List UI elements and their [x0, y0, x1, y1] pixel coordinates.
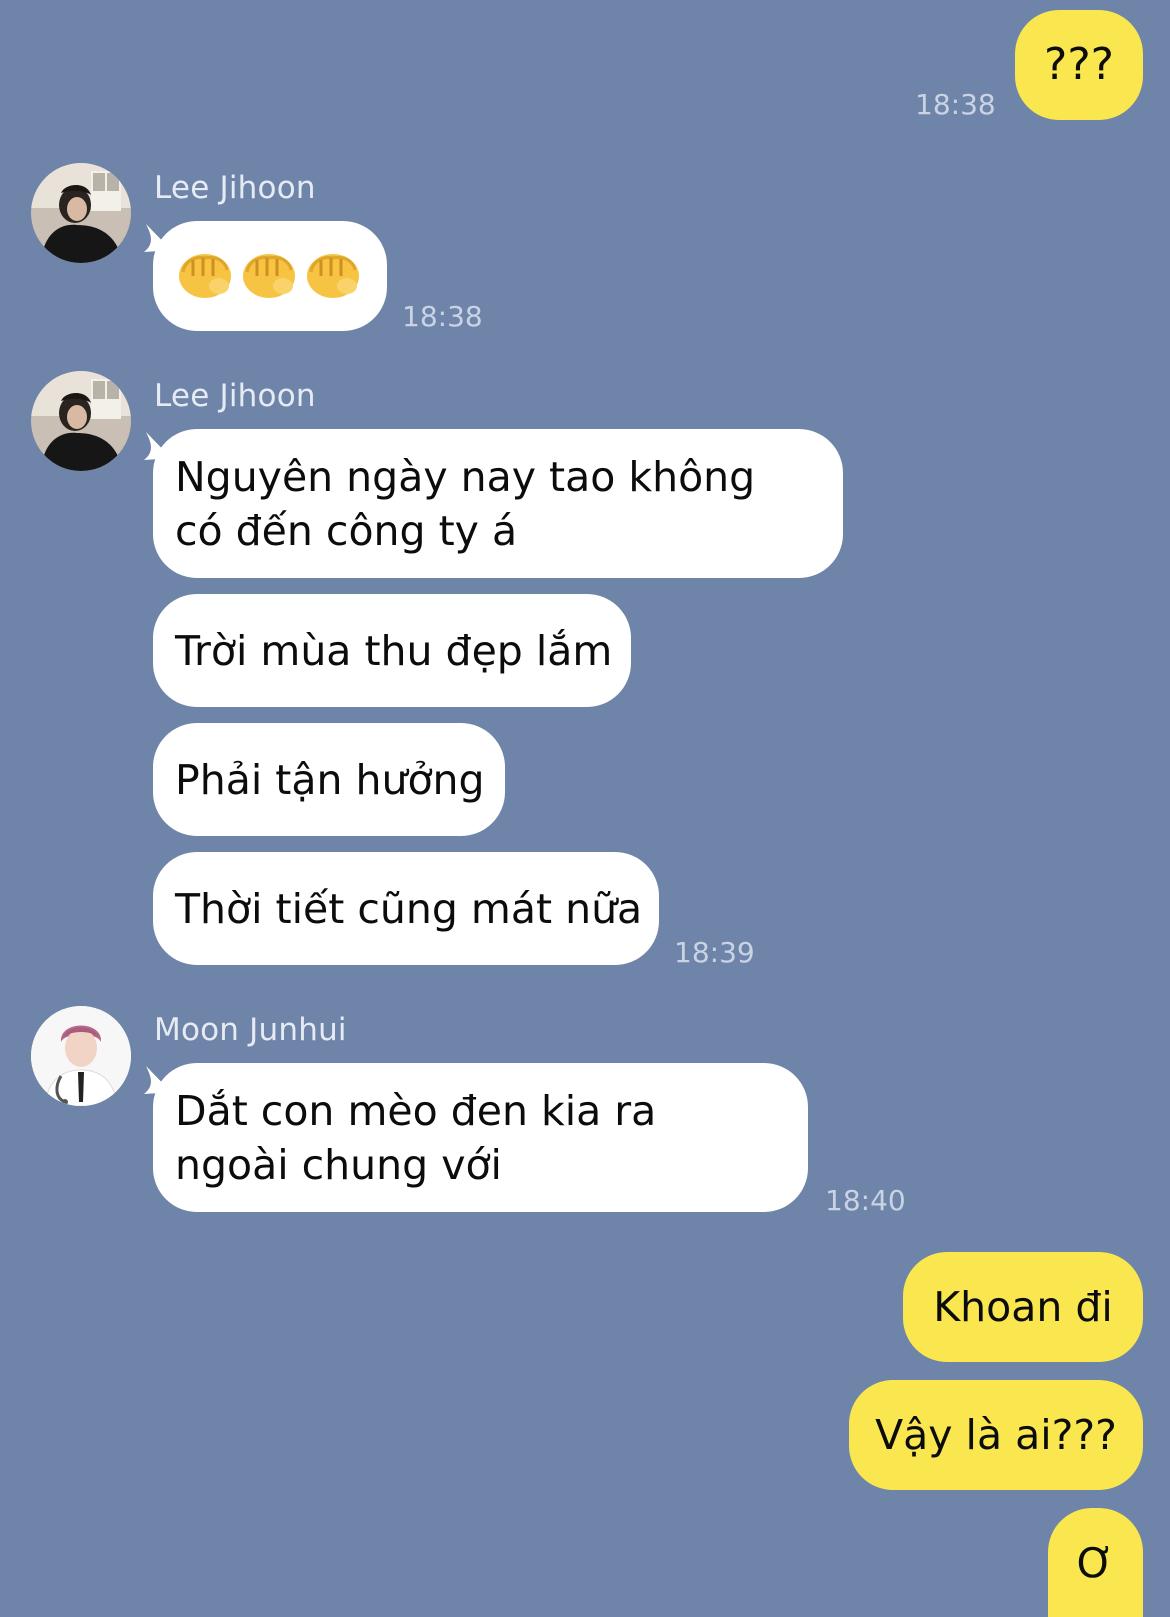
emoji-row [175, 250, 361, 302]
message-timestamp: 18:39 [674, 936, 755, 969]
message-text: Dắt con mèo đen kia ra ngoài chung với [175, 1086, 657, 1189]
incoming-message-bubble[interactable] [153, 221, 387, 331]
outgoing-message-bubble[interactable]: Vậy là ai??? [849, 1380, 1143, 1490]
incoming-message-bubble[interactable]: Thời tiết cũng mát nữa [153, 852, 659, 965]
message-timestamp: 18:40 [825, 1184, 906, 1217]
fist-bump-icon [243, 254, 295, 298]
incoming-message-bubble[interactable]: Dắt con mèo đen kia ra ngoài chung với [153, 1063, 808, 1212]
fist-bump-icon [179, 254, 231, 298]
avatar-lee-jihoon[interactable] [31, 371, 131, 471]
message-text: Thời tiết cũng mát nữa [175, 884, 643, 933]
fist-bump-icon [307, 254, 359, 298]
outgoing-message-bubble[interactable]: Khoan đi [903, 1252, 1143, 1362]
incoming-message-bubble[interactable]: Trời mùa thu đẹp lắm [153, 594, 631, 707]
message-text: Nguyên ngày nay tao không có đến công ty… [175, 452, 756, 555]
avatar-moon-junhui[interactable] [31, 1006, 131, 1106]
message-text: ??? [1043, 39, 1115, 90]
message-text: Ơ [1076, 1538, 1115, 1587]
incoming-message-bubble[interactable]: Nguyên ngày nay tao không có đến công ty… [153, 429, 843, 578]
message-timestamp: 18:38 [402, 300, 483, 333]
message-text: Vậy là ai??? [875, 1411, 1117, 1459]
chat-thread[interactable]: ??? 18:38 Lee Jihoon 18:38 Lee Jihoon Ng… [0, 0, 1170, 1617]
incoming-message-bubble[interactable]: Phải tận hưởng [153, 723, 505, 836]
sender-name: Moon Junhui [154, 1012, 347, 1048]
message-text: Trời mùa thu đẹp lắm [175, 626, 613, 675]
avatar-lee-jihoon[interactable] [31, 163, 131, 263]
message-timestamp: 18:38 [915, 88, 996, 121]
message-text: Khoan đi [933, 1283, 1113, 1331]
sender-name: Lee Jihoon [154, 378, 316, 414]
sender-name: Lee Jihoon [154, 170, 316, 206]
outgoing-message-bubble[interactable]: ??? [1015, 10, 1143, 120]
outgoing-message-bubble[interactable]: Ơ [1048, 1508, 1143, 1617]
message-text: Phải tận hưởng [175, 755, 485, 804]
